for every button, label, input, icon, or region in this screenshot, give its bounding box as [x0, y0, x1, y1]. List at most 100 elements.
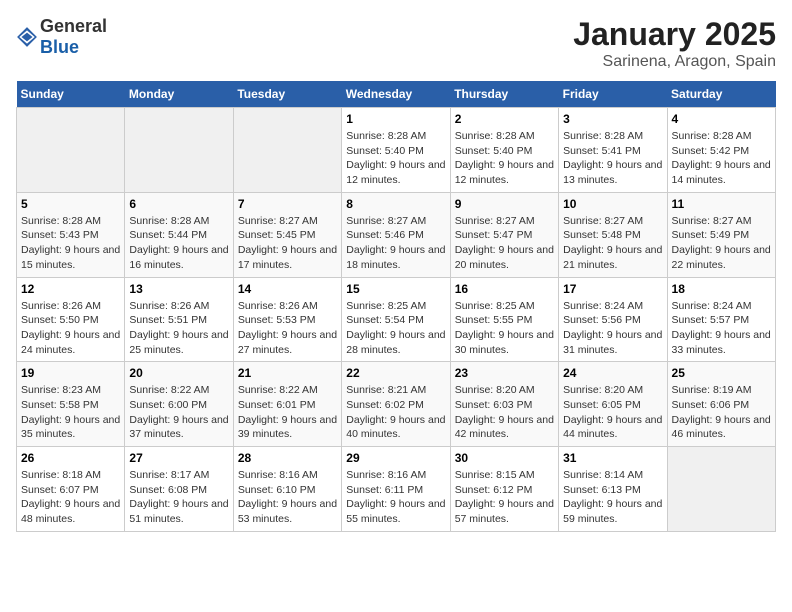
day-info: Sunrise: 8:17 AMSunset: 6:08 PMDaylight:… — [129, 468, 228, 527]
calendar-body: 1 Sunrise: 8:28 AMSunset: 5:40 PMDaylight… — [17, 108, 776, 532]
day-info: Sunrise: 8:19 AMSunset: 6:06 PMDaylight:… — [672, 383, 771, 442]
day-number: 18 — [672, 282, 771, 296]
day-info: Sunrise: 8:27 AMSunset: 5:47 PMDaylight:… — [455, 214, 554, 273]
day-cell: 12 Sunrise: 8:26 AMSunset: 5:50 PMDayligh… — [17, 277, 125, 362]
day-number: 29 — [346, 451, 445, 465]
logo-general: General — [40, 16, 107, 36]
day-cell — [17, 108, 125, 193]
day-number: 23 — [455, 366, 554, 380]
week-row-5: 26 Sunrise: 8:18 AMSunset: 6:07 PMDayligh… — [17, 447, 776, 532]
day-cell: 28Sunrise: 8:16 AMSunset: 6:10 PMDayligh… — [233, 447, 341, 532]
day-cell: 22Sunrise: 8:21 AMSunset: 6:02 PMDayligh… — [342, 362, 450, 447]
day-cell: 9 Sunrise: 8:27 AMSunset: 5:47 PMDaylight… — [450, 192, 558, 277]
day-info: Sunrise: 8:28 AMSunset: 5:44 PMDaylight:… — [129, 214, 228, 273]
day-cell — [667, 447, 775, 532]
day-cell: 3Sunrise: 8:28 AMSunset: 5:41 PMDaylight… — [559, 108, 667, 193]
page-header: General Blue January 2025 Sarinena, Arag… — [16, 16, 776, 71]
day-number: 26 — [21, 451, 120, 465]
week-row-3: 12 Sunrise: 8:26 AMSunset: 5:50 PMDayligh… — [17, 277, 776, 362]
logo: General Blue — [16, 16, 107, 58]
day-info: Sunrise: 8:28 AMSunset: 5:40 PMDaylight:… — [346, 129, 445, 188]
day-info: Sunrise: 8:28 AMSunset: 5:40 PMDaylight:… — [455, 129, 554, 188]
day-info: Sunrise: 8:27 AMSunset: 5:46 PMDaylight:… — [346, 214, 445, 273]
day-info: Sunrise: 8:15 AMSunset: 6:12 PMDaylight:… — [455, 468, 554, 527]
day-cell: 31Sunrise: 8:14 AMSunset: 6:13 PMDayligh… — [559, 447, 667, 532]
day-cell: 24 Sunrise: 8:20 AMSunset: 6:05 PMDayligh… — [559, 362, 667, 447]
week-row-4: 19Sunrise: 8:23 AMSunset: 5:58 PMDayligh… — [17, 362, 776, 447]
weekday-wednesday: Wednesday — [342, 81, 450, 108]
day-cell: 21 Sunrise: 8:22 AMSunset: 6:01 PMDayligh… — [233, 362, 341, 447]
day-info: Sunrise: 8:26 AMSunset: 5:51 PMDaylight:… — [129, 299, 228, 358]
day-number: 7 — [238, 197, 337, 211]
day-number: 13 — [129, 282, 228, 296]
calendar-title: January 2025 — [573, 16, 776, 53]
day-info: Sunrise: 8:20 AMSunset: 6:05 PMDaylight:… — [563, 383, 662, 442]
day-number: 30 — [455, 451, 554, 465]
day-cell: 17 Sunrise: 8:24 AMSunset: 5:56 PMDayligh… — [559, 277, 667, 362]
day-number: 1 — [346, 112, 445, 126]
day-number: 16 — [455, 282, 554, 296]
day-number: 20 — [129, 366, 228, 380]
day-info: Sunrise: 8:23 AMSunset: 5:58 PMDaylight:… — [21, 383, 120, 442]
day-cell: 15 Sunrise: 8:25 AMSunset: 5:54 PMDayligh… — [342, 277, 450, 362]
day-cell: 14Sunrise: 8:26 AMSunset: 5:53 PMDayligh… — [233, 277, 341, 362]
day-cell: 30 Sunrise: 8:15 AMSunset: 6:12 PMDayligh… — [450, 447, 558, 532]
day-info: Sunrise: 8:20 AMSunset: 6:03 PMDaylight:… — [455, 383, 554, 442]
day-cell: 11 Sunrise: 8:27 AMSunset: 5:49 PMDayligh… — [667, 192, 775, 277]
day-info: Sunrise: 8:27 AMSunset: 5:48 PMDaylight:… — [563, 214, 662, 273]
day-cell: 7 Sunrise: 8:27 AMSunset: 5:45 PMDaylight… — [233, 192, 341, 277]
day-number: 9 — [455, 197, 554, 211]
day-info: Sunrise: 8:22 AMSunset: 6:01 PMDaylight:… — [238, 383, 337, 442]
day-number: 24 — [563, 366, 662, 380]
day-cell: 26 Sunrise: 8:18 AMSunset: 6:07 PMDayligh… — [17, 447, 125, 532]
day-number: 15 — [346, 282, 445, 296]
day-cell: 18 Sunrise: 8:24 AMSunset: 5:57 PMDayligh… — [667, 277, 775, 362]
day-cell: 13 Sunrise: 8:26 AMSunset: 5:51 PMDayligh… — [125, 277, 233, 362]
day-info: Sunrise: 8:28 AMSunset: 5:42 PMDaylight:… — [672, 129, 771, 188]
day-number: 27 — [129, 451, 228, 465]
day-number: 11 — [672, 197, 771, 211]
day-info: Sunrise: 8:22 AMSunset: 6:00 PMDaylight:… — [129, 383, 228, 442]
day-cell: 10 Sunrise: 8:27 AMSunset: 5:48 PMDayligh… — [559, 192, 667, 277]
day-number: 6 — [129, 197, 228, 211]
weekday-tuesday: Tuesday — [233, 81, 341, 108]
day-info: Sunrise: 8:24 AMSunset: 5:56 PMDaylight:… — [563, 299, 662, 358]
calendar-subtitle: Sarinena, Aragon, Spain — [573, 53, 776, 71]
day-cell: 5Sunrise: 8:28 AMSunset: 5:43 PMDaylight… — [17, 192, 125, 277]
day-number: 25 — [672, 366, 771, 380]
day-number: 12 — [21, 282, 120, 296]
day-info: Sunrise: 8:25 AMSunset: 5:54 PMDaylight:… — [346, 299, 445, 358]
day-number: 8 — [346, 197, 445, 211]
day-number: 21 — [238, 366, 337, 380]
day-cell: 1 Sunrise: 8:28 AMSunset: 5:40 PMDaylight… — [342, 108, 450, 193]
logo-icon — [16, 26, 38, 48]
day-info: Sunrise: 8:24 AMSunset: 5:57 PMDaylight:… — [672, 299, 771, 358]
day-number: 5 — [21, 197, 120, 211]
week-row-1: 1 Sunrise: 8:28 AMSunset: 5:40 PMDaylight… — [17, 108, 776, 193]
day-cell: 20 Sunrise: 8:22 AMSunset: 6:00 PMDayligh… — [125, 362, 233, 447]
day-info: Sunrise: 8:27 AMSunset: 5:49 PMDaylight:… — [672, 214, 771, 273]
day-info: Sunrise: 8:18 AMSunset: 6:07 PMDaylight:… — [21, 468, 120, 527]
day-info: Sunrise: 8:26 AMSunset: 5:50 PMDaylight:… — [21, 299, 120, 358]
week-row-2: 5Sunrise: 8:28 AMSunset: 5:43 PMDaylight… — [17, 192, 776, 277]
day-cell: 25 Sunrise: 8:19 AMSunset: 6:06 PMDayligh… — [667, 362, 775, 447]
day-number: 3 — [563, 112, 662, 126]
weekday-header-row: SundayMondayTuesdayWednesdayThursdayFrid… — [17, 81, 776, 108]
day-info: Sunrise: 8:27 AMSunset: 5:45 PMDaylight:… — [238, 214, 337, 273]
day-cell: 27 Sunrise: 8:17 AMSunset: 6:08 PMDayligh… — [125, 447, 233, 532]
day-info: Sunrise: 8:16 AMSunset: 6:10 PMDaylight:… — [238, 468, 337, 527]
day-number: 22 — [346, 366, 445, 380]
day-cell: 23 Sunrise: 8:20 AMSunset: 6:03 PMDayligh… — [450, 362, 558, 447]
day-cell: 4 Sunrise: 8:28 AMSunset: 5:42 PMDaylight… — [667, 108, 775, 193]
day-cell: 6 Sunrise: 8:28 AMSunset: 5:44 PMDaylight… — [125, 192, 233, 277]
day-info: Sunrise: 8:25 AMSunset: 5:55 PMDaylight:… — [455, 299, 554, 358]
day-cell: 29 Sunrise: 8:16 AMSunset: 6:11 PMDayligh… — [342, 447, 450, 532]
day-number: 2 — [455, 112, 554, 126]
day-info: Sunrise: 8:16 AMSunset: 6:11 PMDaylight:… — [346, 468, 445, 527]
day-number: 14 — [238, 282, 337, 296]
weekday-saturday: Saturday — [667, 81, 775, 108]
day-number: 10 — [563, 197, 662, 211]
day-number: 4 — [672, 112, 771, 126]
day-number: 17 — [563, 282, 662, 296]
day-cell: 2 Sunrise: 8:28 AMSunset: 5:40 PMDaylight… — [450, 108, 558, 193]
